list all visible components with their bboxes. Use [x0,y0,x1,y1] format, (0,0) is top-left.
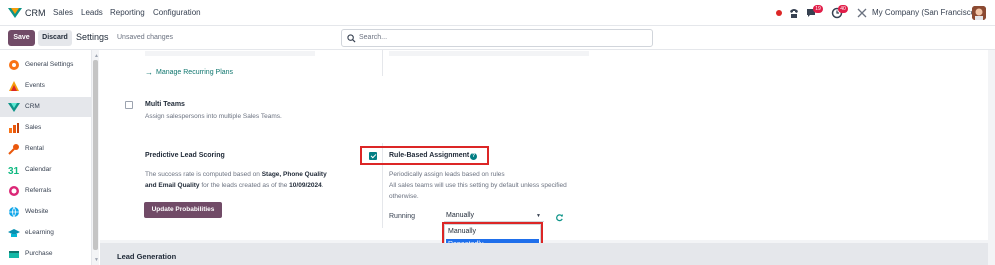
referrals-icon [9,186,19,196]
cut-off-text [145,51,315,56]
update-probabilities-button[interactable]: Update Probabilities [144,202,222,218]
user-avatar[interactable] [972,6,986,20]
website-icon [9,206,19,218]
refresh-icon[interactable] [555,213,564,222]
column-divider [382,50,383,76]
crm-icon [8,103,20,112]
arrow-right-icon[interactable]: → [145,68,153,77]
multi-teams-description: Assign salespersons into multiple Sales … [145,113,282,120]
running-mode-value: Manually [446,212,475,219]
scroll-down-arrow-icon[interactable]: ▼ [94,257,99,263]
sidebar-item-calendar[interactable]: 31 Calendar [0,160,92,180]
unsaved-indicator: Unsaved changes [117,34,174,41]
sidebar-item-label: Rental [25,145,44,152]
activity-badge: 40 [838,5,848,13]
top-navbar: CRM Sales Leads Reporting Configuration … [0,0,995,26]
app-name[interactable]: CRM [25,8,46,18]
phone-icon[interactable] [788,7,800,19]
running-label: Running [389,213,416,220]
sidebar-item-website[interactable]: Website [0,202,92,222]
pls-desc-bold: and Email Quality [145,182,200,189]
multi-teams-checkbox[interactable] [125,101,133,109]
rba-description-line-3: otherwise. [389,193,419,200]
running-mode-select[interactable]: Manually ▼ [444,211,544,222]
caret-down-icon: ▼ [536,213,541,219]
pls-desc-text: The success rate is computed based on [145,171,262,178]
menu-sales[interactable]: Sales [53,8,73,17]
sidebar-item-purchase[interactable]: Purchase [0,244,92,264]
sidebar-item-label: Sales [25,124,42,131]
menu-reporting[interactable]: Reporting [110,8,145,17]
pls-description-line-2: and Email Quality for the leads created … [145,182,324,189]
sidebar-item-label: Referrals [25,187,52,194]
sidebar-item-label: eLearning [25,229,54,236]
sidebar-item-general-settings[interactable]: General Settings [0,55,92,75]
help-question-icon[interactable]: ? [470,153,477,160]
section-band [100,243,988,265]
search-icon [347,34,356,43]
purchase-icon [9,251,19,258]
scrollbar-thumb[interactable] [93,60,98,250]
lead-generation-section-title: Lead Generation [117,252,177,261]
sidebar-item-rental[interactable]: Rental [0,139,92,159]
chat-badge: 19 [813,5,823,13]
sidebar-item-label: Purchase [25,250,53,257]
recording-indicator[interactable] [776,10,782,16]
general-settings-icon [9,60,19,70]
sidebar-item-label: CRM [25,103,40,110]
settings-sidebar: General Settings Events CRM Sales Rental… [0,50,92,265]
menu-leads[interactable]: Leads [81,8,103,17]
events-icon [9,81,19,91]
search-input[interactable]: Search... [341,29,653,47]
crm-logo-icon[interactable] [8,7,22,19]
sidebar-item-elearning[interactable]: eLearning [0,223,92,243]
search-placeholder: Search... [359,34,388,41]
sidebar-item-referrals[interactable]: Referrals [0,181,92,201]
sidebar-item-label: General Settings [25,61,74,68]
svg-text:31: 31 [8,166,20,176]
elearning-icon [8,229,20,237]
rba-description-line-2: All sales teams will use this setting by… [389,182,567,189]
sidebar-item-label: Calendar [25,166,52,173]
pls-desc-bold: Stage, Phone Quality [261,171,327,178]
discard-button[interactable]: Discard [38,30,72,46]
predictive-lead-scoring-title: Predictive Lead Scoring [145,152,225,159]
sidebar-item-events[interactable]: Events [0,76,92,96]
control-panel: Save Discard Settings Unsaved changes Se… [0,26,995,50]
dropdown-option-manually[interactable]: Manually [446,226,539,238]
rule-based-assignment-checkbox[interactable] [369,152,377,160]
cut-off-text [389,51,589,56]
pls-description-line-1: The success rate is computed based on St… [145,171,327,178]
sidebar-item-label: Website [25,208,49,215]
manage-recurring-plans-link[interactable]: Manage Recurring Plans [156,69,233,76]
rba-description-line-1: Periodically assign leads based on rules [389,171,505,178]
menu-configuration[interactable]: Configuration [153,8,201,17]
switch-company-icon[interactable] [856,7,868,19]
save-button[interactable]: Save [8,30,35,46]
pls-desc-date: 10/09/2024 [289,182,322,189]
sidebar-item-crm[interactable]: CRM [0,97,92,117]
sales-icon [9,123,19,133]
multi-teams-title: Multi Teams [145,101,185,108]
pls-desc-text: . [321,182,324,189]
rental-icon [8,144,19,155]
pls-desc-text: for the leads created as of the [199,182,290,189]
sidebar-item-label: Events [25,82,45,89]
sidebar-item-sales[interactable]: Sales [0,118,92,138]
scroll-up-arrow-icon[interactable]: ▲ [94,53,99,59]
settings-sheet [100,50,988,240]
rule-based-assignment-title: Rule-Based Assignment [389,152,470,159]
calendar-icon: 31 [8,166,20,176]
page-title: Settings [76,32,109,42]
company-switcher[interactable]: My Company (San Francisco) [872,8,978,17]
